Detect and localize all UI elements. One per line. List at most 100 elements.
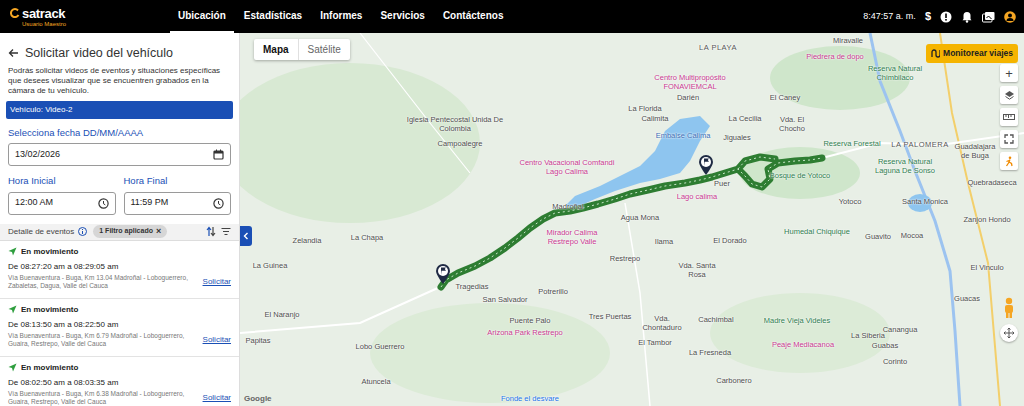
map-place-label: Campoalegre (437, 140, 482, 149)
nav-item[interactable]: Estadísticas (236, 0, 310, 33)
bell-icon[interactable] (961, 11, 973, 23)
nav-item[interactable]: Informes (312, 0, 370, 33)
map-place-label: El Tambor (638, 339, 672, 348)
events-header: Detalle de eventos 1 Filtro aplicado × (0, 224, 239, 241)
event-detail-row: Vía Buenaventura - Buga, Km 6.38 Madroña… (8, 390, 231, 406)
map-place-label: El Caney (770, 94, 800, 103)
alert-icon[interactable] (940, 11, 952, 23)
measure-button[interactable] (1000, 108, 1018, 126)
collapse-panel-button[interactable] (240, 226, 252, 246)
walking-distance-icon (1004, 156, 1015, 167)
end-time-value: 11:59 PM (131, 196, 169, 210)
map-place-label: La Chapa (351, 234, 384, 243)
nav-item[interactable]: Servicios (372, 0, 432, 33)
map-place-label: Papitas (245, 337, 270, 346)
events-title: Detalle de eventos (8, 226, 74, 238)
clock-icon[interactable] (98, 198, 109, 209)
start-time-label: Hora Inicial (8, 174, 116, 188)
map-place-label: Potrerillo (538, 288, 568, 297)
map-place-label: Quebradaseca (967, 179, 1016, 188)
map-place-label: Vda. Santa Rosa (675, 262, 720, 279)
clock: 8:47:57 a. m. (863, 10, 916, 24)
map-place-label: Piedrera de dopo (806, 53, 864, 62)
street-view-pegman-icon[interactable] (1002, 297, 1016, 319)
map-place-label: Corinto (883, 358, 907, 367)
clock-icon[interactable] (213, 198, 224, 209)
event-status-row: En movimiento (8, 246, 231, 258)
panel-title: Solicitar video del vehículo (25, 45, 173, 61)
date-field[interactable]: 13/02/2026 (8, 143, 231, 166)
map-place-label: Vda. El Chocho (772, 116, 812, 133)
event-address: Vía Buenaventura - Buga, Km 13.04 Madroñ… (8, 274, 197, 290)
date-value: 13/02/2026 (15, 148, 60, 162)
fullscreen-button[interactable] (1000, 130, 1018, 148)
navigation-arrow-icon (8, 247, 17, 256)
map-place-label: La Siberia (851, 332, 885, 341)
map-type-tab[interactable]: Mapa (254, 39, 298, 60)
map-place-label: Darién (677, 94, 699, 103)
date-label: Selecciona fecha DD/MM/AAAA (0, 126, 239, 140)
zoom-in-button[interactable]: + (1000, 64, 1018, 82)
map[interactable]: MiravalleLA PLAYAPiedrera de dopoCentro … (240, 33, 1024, 406)
map-place-label: Cachimbal (698, 316, 733, 325)
map-place-label: Guabas (872, 342, 898, 351)
map-place-label: Mocoa (901, 232, 924, 241)
map-labels: MiravalleLA PLAYAPiedrera de dopoCentro … (240, 33, 1024, 406)
monitor-trips-label: Monitorear viajes (943, 47, 1013, 60)
map-place-label: Canangua (883, 326, 918, 335)
event-status: En movimiento (21, 246, 78, 258)
start-time-field[interactable]: 12:00 AM (8, 192, 116, 215)
calendar-icon[interactable] (213, 149, 224, 160)
map-place-label: Centro Vacacional Comfandi Lago Calima (520, 159, 615, 176)
layers-button[interactable] (1000, 86, 1018, 104)
info-icon[interactable] (78, 227, 87, 236)
map-place-label: Iglesia Pentecostal Unida De Colombia (403, 116, 508, 133)
map-type-tab[interactable]: Satélite (298, 39, 350, 60)
event-item: En movimientoDe 08:27:20 am a 08:29:05 a… (0, 241, 239, 299)
billing-button[interactable]: $ (925, 8, 931, 25)
filter-icon[interactable] (221, 227, 231, 236)
map-place-label: Ilama (655, 238, 673, 247)
event-status-row: En movimiento (8, 304, 231, 316)
map-place-label: La Cecilia (729, 115, 762, 124)
request-video-link[interactable]: Solicitar (203, 334, 231, 346)
map-place-label: Zelandia (293, 237, 322, 246)
layers-icon (1004, 90, 1015, 101)
monitor-trips-button[interactable]: Monitorear viajes (926, 44, 1018, 63)
end-flag-pin-icon[interactable] (699, 155, 713, 175)
distance-button[interactable] (1000, 152, 1018, 170)
request-video-link[interactable]: Solicitar (203, 276, 231, 288)
map-place-label: Santa Monica (902, 198, 948, 207)
end-time-field[interactable]: 11:59 PM (124, 192, 232, 215)
event-item: En movimientoDe 08:02:50 am a 08:03:35 a… (0, 357, 239, 406)
gallery-icon[interactable] (982, 11, 995, 23)
map-place-label: Guadalajara de Buga (950, 143, 1000, 160)
event-address: Vía Buenaventura - Buga, Km 6.38 Madroña… (8, 390, 197, 406)
map-place-label: Guavito (865, 233, 891, 242)
request-video-link[interactable]: Solicitar (203, 392, 231, 404)
pan-control[interactable] (1000, 324, 1018, 342)
start-time-value: 12:00 AM (15, 196, 53, 210)
map-place-label: Guacas (954, 295, 980, 304)
logo-icon (10, 8, 20, 18)
event-time: De 08:13:50 am a 08:22:50 am (8, 319, 231, 331)
map-place-label: Madre Vieja Videles (764, 317, 830, 326)
event-address: Vía Buenaventura - Buga, Km 6.79 Madroña… (8, 332, 197, 348)
user-icon[interactable] (1004, 11, 1016, 23)
event-status: En movimiento (21, 304, 78, 316)
map-place-label: El Dorado (713, 237, 746, 246)
filter-clear-button[interactable]: × (156, 227, 161, 236)
map-place-label: Embalse Calima (656, 132, 711, 141)
back-arrow-icon[interactable] (8, 48, 19, 58)
start-flag-pin-icon[interactable] (436, 264, 450, 284)
event-status-row: En movimiento (8, 362, 231, 374)
map-place-label: Lago calima (677, 193, 717, 202)
map-place-label: LA PALOMERA (891, 141, 948, 150)
logo[interactable]: satrack Usuario Maestro (10, 7, 90, 27)
top-bar: satrack Usuario Maestro UbicaciónEstadís… (0, 0, 1024, 33)
event-list: En movimientoDe 08:27:20 am a 08:29:05 a… (0, 241, 239, 406)
nav-item[interactable]: Contáctenos (435, 0, 512, 33)
sort-icon[interactable] (206, 226, 216, 237)
nav-item[interactable]: Ubicación (170, 0, 234, 33)
filter-chip[interactable]: 1 Filtro aplicado × (93, 225, 167, 238)
